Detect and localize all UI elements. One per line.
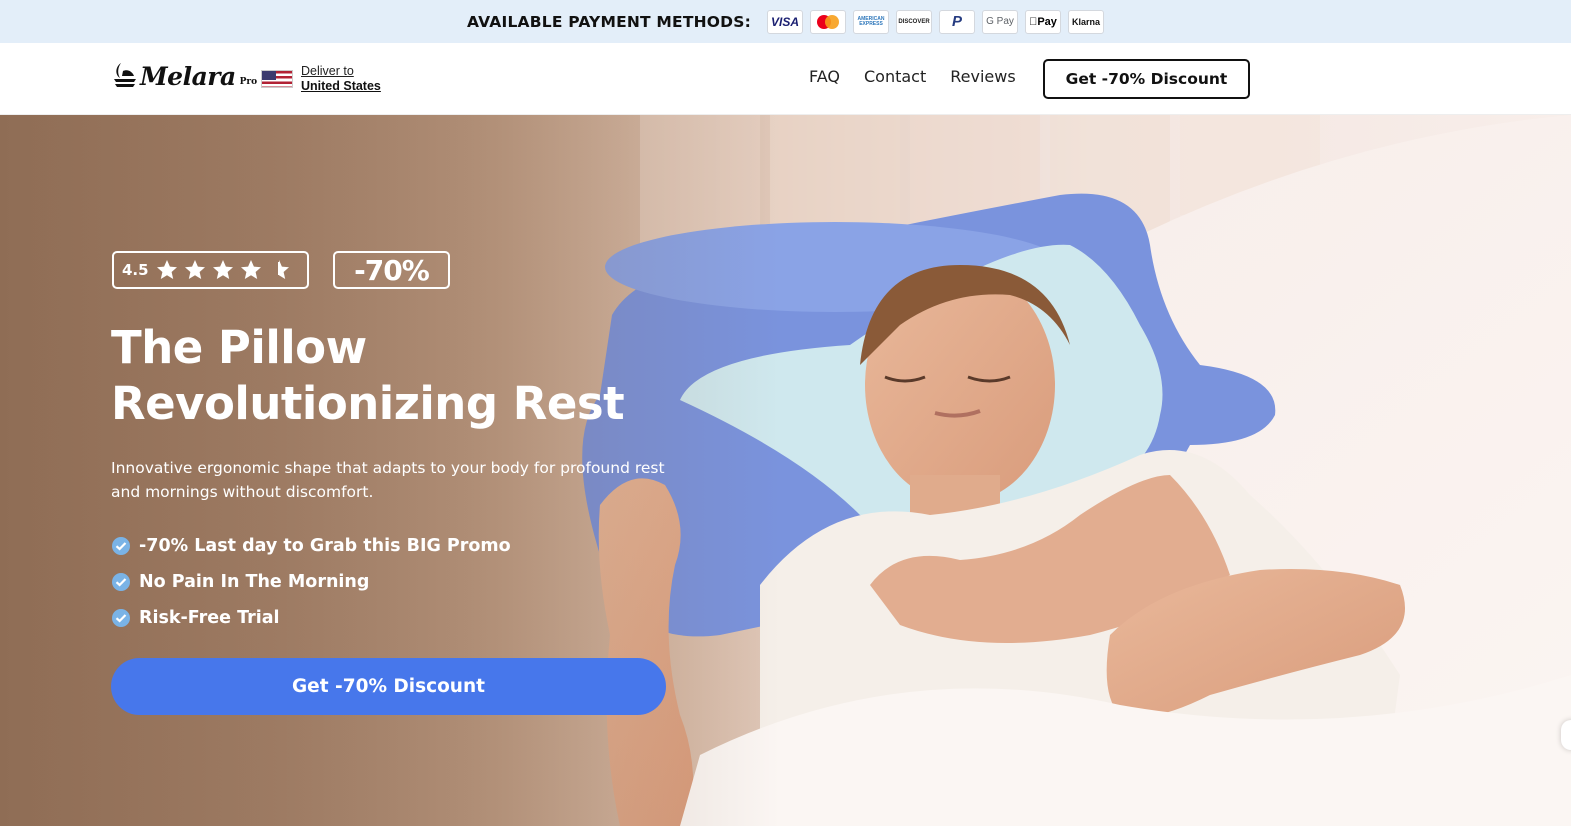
half-star-icon [277, 260, 289, 279]
star-icon [156, 260, 177, 279]
rating-stars [155, 258, 291, 282]
star-icon [212, 260, 233, 279]
rating-badge: 4.5 [112, 251, 309, 289]
side-widget-handle[interactable] [1561, 720, 1571, 750]
discount-badge: -70% [333, 251, 450, 289]
feature-item: -70% Last day to Grab this BIG Promo [111, 528, 511, 564]
hero-title: The Pillow Revolutionizing Rest [111, 320, 731, 432]
feature-text: Risk-Free Trial [139, 608, 280, 628]
hero-section: 4.5 -70% The Pillow Revolutionizing Rest… [0, 115, 1571, 826]
feature-item: Risk-Free Trial [111, 600, 511, 636]
logo-sub: Pro [239, 77, 258, 87]
check-badge-icon [112, 537, 130, 555]
feature-list: -70% Last day to Grab this BIG Promo No … [111, 528, 511, 636]
deliver-to-selector[interactable]: Deliver to United States [261, 64, 381, 94]
apple-pay-icon: Pay [1025, 9, 1061, 34]
discover-icon: DISCOVER [896, 9, 932, 34]
nav-reviews[interactable]: Reviews [950, 67, 1015, 86]
hero-discount-button[interactable]: Get -70% Discount [111, 658, 666, 715]
hero-title-line1: The Pillow [111, 321, 367, 374]
nav-faq[interactable]: FAQ [809, 67, 840, 86]
nav-contact[interactable]: Contact [864, 67, 926, 86]
amex-icon: AMERICAN EXPRESS [853, 9, 889, 34]
apple-pay-label: Pay [1033, 15, 1057, 28]
rating-value: 4.5 [122, 261, 149, 279]
hero-badges: 4.5 -70% [112, 251, 450, 289]
payment-methods-title: AVAILABLE PAYMENT METHODS: [467, 12, 751, 31]
logo[interactable]: Melara Pro [112, 61, 257, 91]
header-discount-button[interactable]: Get -70% Discount [1043, 59, 1250, 99]
star-icon [184, 260, 205, 279]
hero-description: Innovative ergonomic shape that adapts t… [111, 459, 665, 501]
visa-icon: VISA [767, 9, 803, 34]
klarna-icon: Klarna [1068, 9, 1104, 34]
us-flag-icon [261, 70, 293, 88]
feature-item: No Pain In The Morning [111, 564, 511, 600]
deliver-label: Deliver to [301, 64, 354, 78]
main-nav: FAQ Contact Reviews [809, 67, 1016, 86]
check-badge-icon [112, 573, 130, 591]
check-badge-icon [112, 609, 130, 627]
site-header: Melara Pro Deliver to United States FAQ … [0, 43, 1571, 115]
google-pay-icon: G Pay [982, 9, 1018, 34]
feature-text: -70% Last day to Grab this BIG Promo [139, 536, 511, 556]
payment-methods-bar: AVAILABLE PAYMENT METHODS: VISA AMERICAN… [0, 0, 1571, 43]
payment-icons: VISA AMERICAN EXPRESS DISCOVER P G Pay … [767, 9, 1104, 34]
hero-title-line2: Revolutionizing Rest [111, 377, 625, 430]
feature-text: No Pain In The Morning [139, 572, 370, 592]
moon-logo-icon [114, 63, 136, 87]
paypal-icon: P [939, 9, 975, 34]
deliver-country: United States [301, 79, 381, 93]
star-icon [240, 260, 261, 279]
logo-text: Melara [140, 62, 236, 91]
mastercard-icon [810, 9, 846, 34]
